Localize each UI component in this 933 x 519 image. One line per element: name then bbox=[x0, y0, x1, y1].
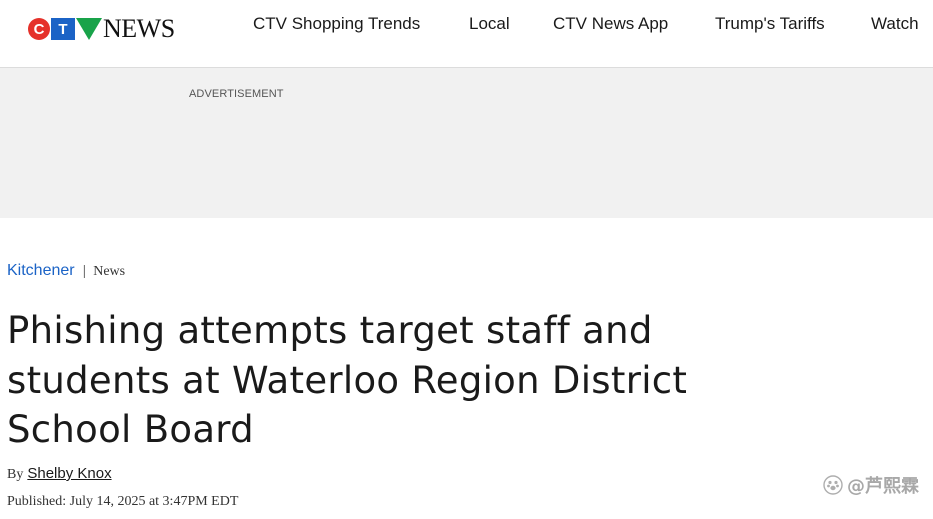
breadcrumb: Kitchener | News bbox=[7, 262, 125, 280]
advertisement-label: ADVERTISEMENT bbox=[189, 88, 284, 100]
nav-item-ctv-shopping-trends[interactable]: CTV Shopping Trends bbox=[253, 14, 420, 34]
paw-icon bbox=[823, 475, 843, 495]
main-nav: CTV Shopping Trends Local CTV News App T… bbox=[0, 0, 933, 52]
site-header: C T NEWS CTV Shopping Trends Local CTV N… bbox=[0, 0, 933, 68]
nav-item-trumps-tariffs[interactable]: Trump's Tariffs bbox=[715, 14, 825, 34]
watermark-text: @芦熙霖 bbox=[847, 476, 919, 497]
nav-item-ctv-news-app[interactable]: CTV News App bbox=[553, 14, 668, 34]
advertisement-slot: ADVERTISEMENT bbox=[0, 68, 933, 218]
breadcrumb-separator: | bbox=[82, 262, 87, 278]
article-byline: By Shelby Knox bbox=[7, 465, 112, 483]
published-date: Published: July 14, 2025 at 3:47PM EDT bbox=[7, 494, 239, 509]
nav-item-watch[interactable]: Watch bbox=[871, 14, 919, 34]
author-link[interactable]: Shelby Knox bbox=[27, 465, 111, 482]
article-headline: Phishing attempts target staff and stude… bbox=[7, 309, 688, 451]
watermark: @芦熙霖 bbox=[823, 472, 919, 498]
nav-item-local[interactable]: Local bbox=[469, 14, 510, 34]
breadcrumb-section-link[interactable]: Kitchener bbox=[7, 262, 75, 280]
byline-prefix: By bbox=[7, 467, 24, 482]
breadcrumb-content-type: News bbox=[93, 264, 126, 279]
